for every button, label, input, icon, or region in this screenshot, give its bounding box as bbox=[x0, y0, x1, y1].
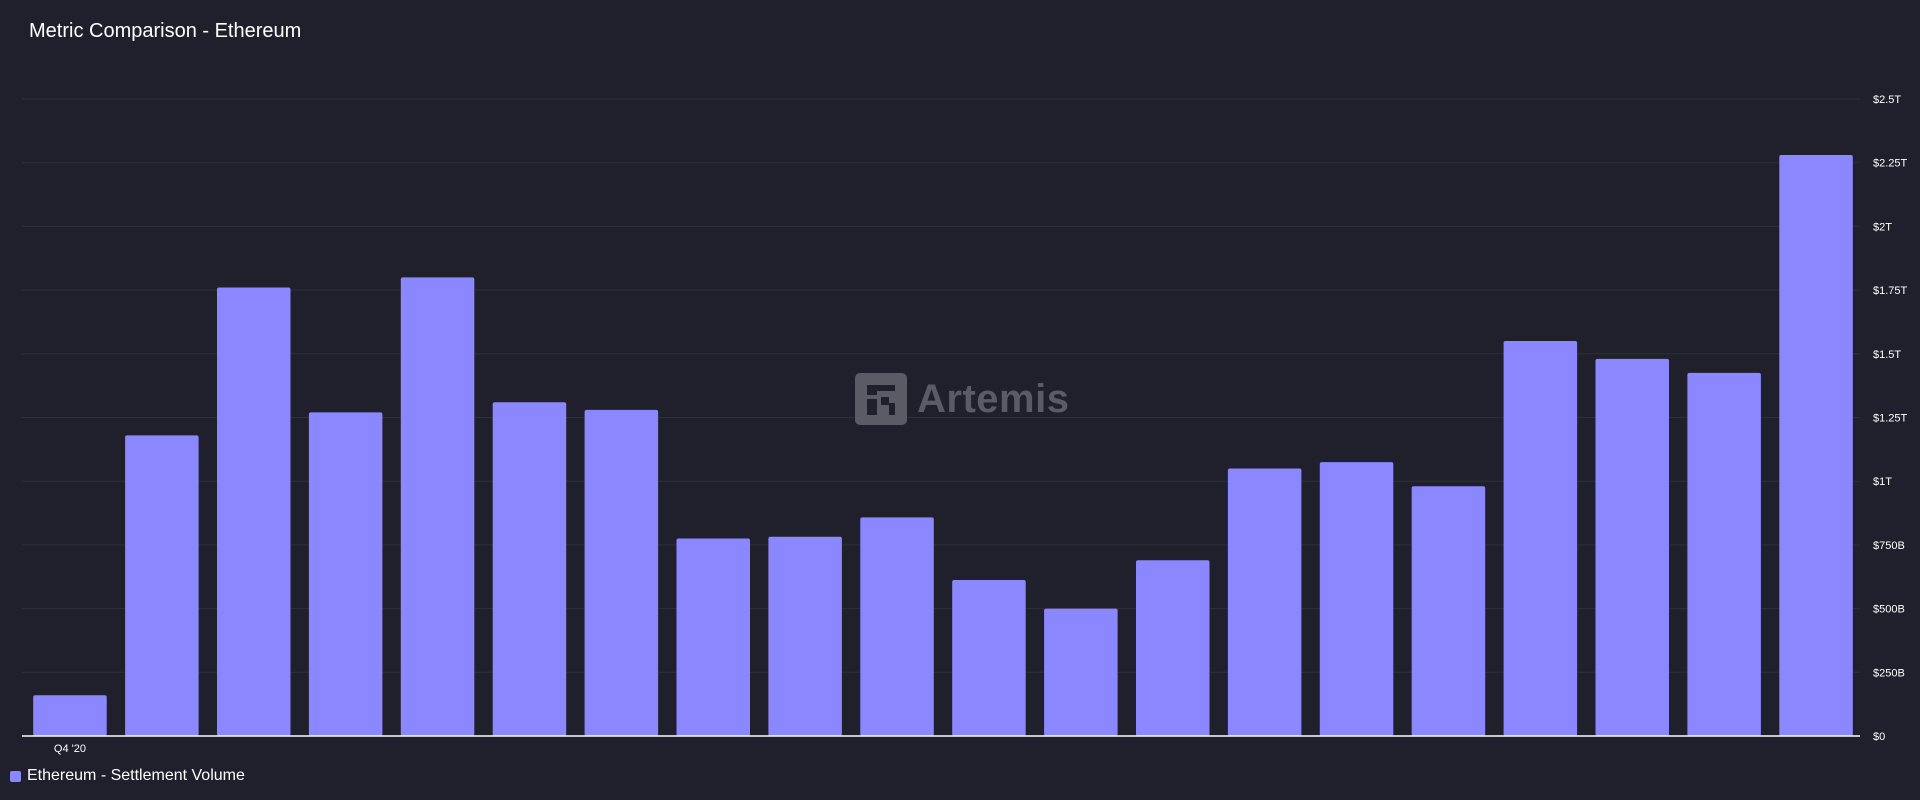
bar[interactable] bbox=[492, 402, 567, 736]
x-tick-labels: Q4 '20 bbox=[54, 743, 86, 755]
bar[interactable] bbox=[1227, 468, 1302, 736]
bar[interactable] bbox=[1135, 560, 1210, 736]
y-tick-label: $0 bbox=[1873, 731, 1885, 743]
watermark: Artemis bbox=[855, 373, 1069, 425]
y-tick-label: $250B bbox=[1873, 667, 1905, 679]
y-tick-label: $1.5T bbox=[1873, 349, 1901, 361]
y-tick-label: $750B bbox=[1873, 540, 1905, 552]
y-tick-label: $1T bbox=[1873, 476, 1892, 488]
bar[interactable] bbox=[584, 409, 659, 736]
y-tick-label: $1.75T bbox=[1873, 285, 1908, 297]
bar[interactable] bbox=[125, 435, 199, 736]
bar[interactable] bbox=[676, 538, 751, 736]
x-tick-label: Q4 '20 bbox=[54, 743, 86, 755]
y-tick-labels: $0 $250B $500B $750B $1T $1.25T $1.5T $1.75T $2T… bbox=[1873, 94, 1908, 743]
legend-label: Ethereum - Settlement Volume bbox=[27, 767, 245, 784]
artemis-logo-icon bbox=[855, 373, 907, 425]
bar[interactable] bbox=[1779, 155, 1853, 736]
bar[interactable] bbox=[1503, 341, 1578, 736]
watermark-text: Artemis bbox=[917, 376, 1070, 421]
bar[interactable] bbox=[860, 517, 934, 736]
y-tick-label: $500B bbox=[1873, 604, 1905, 616]
bar[interactable] bbox=[216, 287, 291, 736]
bar[interactable] bbox=[400, 277, 475, 736]
bar[interactable] bbox=[33, 695, 107, 736]
legend-swatch bbox=[10, 770, 21, 782]
bar[interactable] bbox=[1044, 608, 1118, 736]
bar[interactable] bbox=[768, 536, 842, 736]
bars bbox=[33, 155, 1853, 736]
bar[interactable] bbox=[952, 580, 1026, 736]
y-tick-label: $2T bbox=[1873, 221, 1892, 233]
y-tick-label: $1.25T bbox=[1873, 413, 1908, 425]
y-tick-label: $2.25T bbox=[1873, 158, 1908, 170]
chart-page: Metric Comparison - Ethereum $0 $250B $500… bbox=[0, 0, 1920, 800]
y-tick-label: $2.5T bbox=[1873, 94, 1901, 106]
bar[interactable] bbox=[1595, 358, 1670, 736]
legend[interactable]: Ethereum - Settlement Volume bbox=[10, 767, 245, 785]
bar[interactable] bbox=[1687, 372, 1761, 736]
bar[interactable] bbox=[1411, 486, 1486, 736]
bar[interactable] bbox=[308, 412, 383, 736]
bar[interactable] bbox=[1319, 462, 1394, 736]
